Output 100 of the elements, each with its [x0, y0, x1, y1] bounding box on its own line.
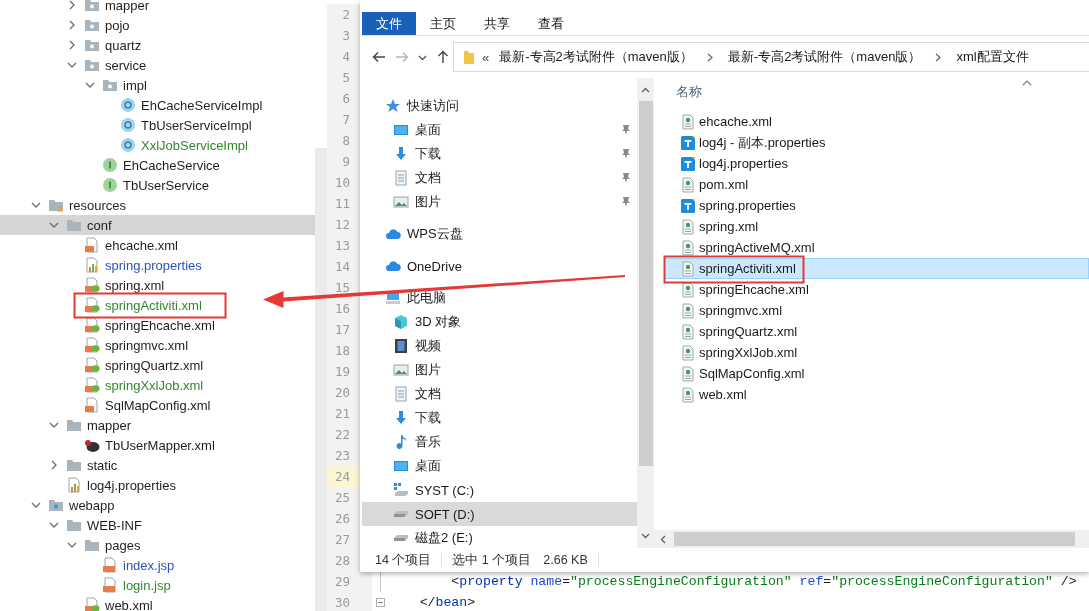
tree-item[interactable]: mapper: [0, 0, 315, 15]
back-arrow-icon[interactable]: [372, 50, 386, 64]
xml-document-icon: [680, 260, 696, 277]
file-row[interactable]: ehcache.xml: [664, 111, 1089, 132]
document-icon: [393, 170, 409, 186]
file-row[interactable]: log4j - 副本.properties: [664, 132, 1089, 153]
xml-file-icon: [84, 237, 100, 253]
tree-item[interactable]: SqlMapConfig.xml: [0, 395, 315, 415]
file-row[interactable]: springmvc.xml: [664, 300, 1089, 321]
tree-item[interactable]: webapp: [0, 495, 315, 515]
scrollbar-thumb[interactable]: [674, 532, 1075, 546]
breadcrumb[interactable]: 最新-专高2考试附件（maven版）: [721, 48, 928, 66]
column-header[interactable]: 名称: [654, 78, 1089, 106]
xml-document-icon: [680, 344, 696, 361]
drive-icon: [393, 534, 409, 542]
tree-item[interactable]: XxlJobServiceImpl: [0, 135, 315, 155]
tree-item[interactable]: springmvc.xml: [0, 335, 315, 355]
breadcrumb[interactable]: xml配置文件: [950, 48, 1035, 66]
xml-document-icon: [680, 281, 696, 298]
resource-folder-icon: [48, 197, 64, 213]
jsp-file-icon: [102, 557, 118, 573]
tree-item[interactable]: EhCacheServiceImpl: [0, 95, 315, 115]
tree-item[interactable]: impl: [0, 75, 315, 95]
tree-item[interactable]: ehcache.xml: [0, 235, 315, 255]
ribbon-tab[interactable]: 查看: [524, 12, 578, 35]
tree-item[interactable]: TbUserServiceImpl: [0, 115, 315, 135]
tree-item[interactable]: static: [0, 455, 315, 475]
cloud-icon: [385, 258, 401, 274]
file-row[interactable]: spring.properties: [664, 195, 1089, 216]
folder-icon: [84, 537, 100, 553]
tree-item[interactable]: WEB-INF: [0, 515, 315, 535]
status-text: 14 个项目: [375, 551, 432, 569]
xml-document-icon: [680, 113, 696, 130]
tree-item[interactable]: springActiviti.xml: [0, 295, 315, 315]
file-row[interactable]: springQuartz.xml: [664, 321, 1089, 342]
line-number: 30: [327, 592, 372, 611]
chevron-right-icon: [706, 52, 714, 62]
file-row[interactable]: springActiveMQ.xml: [664, 237, 1089, 258]
forward-arrow-icon[interactable]: [395, 50, 409, 64]
ribbon-tab[interactable]: 主页: [416, 12, 470, 35]
tree-item[interactable]: springQuartz.xml: [0, 355, 315, 375]
breadcrumb-overflow[interactable]: «: [474, 49, 494, 65]
folder-icon: [464, 49, 474, 65]
tree-item[interactable]: EhCacheService: [0, 155, 315, 175]
ribbon-tab[interactable]: 共享: [470, 12, 524, 35]
tree-item[interactable]: pages: [0, 535, 315, 555]
scrollbar-track[interactable]: [315, 148, 327, 611]
text-file-icon: [680, 134, 696, 151]
line-number: 29: [327, 571, 372, 592]
class-icon: [120, 137, 136, 153]
desktop-icon: [393, 122, 409, 138]
spring-xml-icon: [84, 317, 100, 333]
file-row[interactable]: springXxlJob.xml: [664, 342, 1089, 363]
file-row[interactable]: web.xml: [664, 384, 1089, 405]
tree-item[interactable]: conf: [0, 215, 315, 235]
xml-document-icon: [680, 365, 696, 382]
spring-xml-icon: [84, 297, 100, 313]
status-text: 选中 1 个项目: [452, 551, 532, 569]
breadcrumb[interactable]: 最新-专高2考试附件（maven版）: [493, 48, 699, 66]
tree-item[interactable]: log4j.properties: [0, 475, 315, 495]
ribbon-tab[interactable]: 文件: [362, 12, 416, 35]
tree-item[interactable]: quartz: [0, 35, 315, 55]
spring-xml-icon: [84, 377, 100, 393]
tree-item[interactable]: TbUserMapper.xml: [0, 435, 315, 455]
spring-xml-icon: [84, 277, 100, 293]
tree-item[interactable]: mapper: [0, 415, 315, 435]
scroll-down-icon: [641, 531, 650, 540]
file-row[interactable]: pom.xml: [664, 174, 1089, 195]
tree-item[interactable]: pojo: [0, 15, 315, 35]
sort-caret-icon: [1022, 80, 1032, 86]
tree-item[interactable]: index.jsp: [0, 555, 315, 575]
file-row[interactable]: springEhcache.xml: [664, 279, 1089, 300]
desktop-icon: [393, 458, 409, 474]
xml-document-icon: [680, 239, 696, 256]
tree-item[interactable]: web.xml: [0, 595, 315, 611]
web-folder-icon: [48, 497, 64, 513]
up-arrow-icon[interactable]: [436, 50, 450, 64]
properties-file-icon: [66, 477, 82, 493]
tree-item[interactable]: springXxlJob.xml: [0, 375, 315, 395]
xml-document-icon: [680, 218, 696, 235]
file-row[interactable]: spring.xml: [664, 216, 1089, 237]
nav-item[interactable]: SOFT (D:): [362, 502, 637, 526]
scrollbar-thumb[interactable]: [638, 101, 653, 466]
bird-icon: [84, 437, 100, 453]
spring-xml-icon: [84, 357, 100, 373]
status-text: 2.66 KB: [543, 553, 588, 567]
class-icon: [120, 97, 136, 113]
tree-item[interactable]: login.jsp: [0, 575, 315, 595]
tree-item[interactable]: service: [0, 55, 315, 75]
tree-item[interactable]: resources: [0, 195, 315, 215]
code-line: <property name="processEngineConfiguration" ref="processEngineConfiguration" />: [450, 574, 1077, 589]
file-row[interactable]: log4j.properties: [664, 153, 1089, 174]
file-row[interactable]: springActiviti.xml: [664, 258, 1089, 279]
tree-item[interactable]: spring.xml: [0, 275, 315, 295]
xml-file-icon: [84, 397, 100, 413]
tree-item[interactable]: spring.properties: [0, 255, 315, 275]
file-row[interactable]: SqlMapConfig.xml: [664, 363, 1089, 384]
tree-item[interactable]: TbUserService: [0, 175, 315, 195]
xml-document-icon: [680, 323, 696, 340]
tree-item[interactable]: springEhcache.xml: [0, 315, 315, 335]
